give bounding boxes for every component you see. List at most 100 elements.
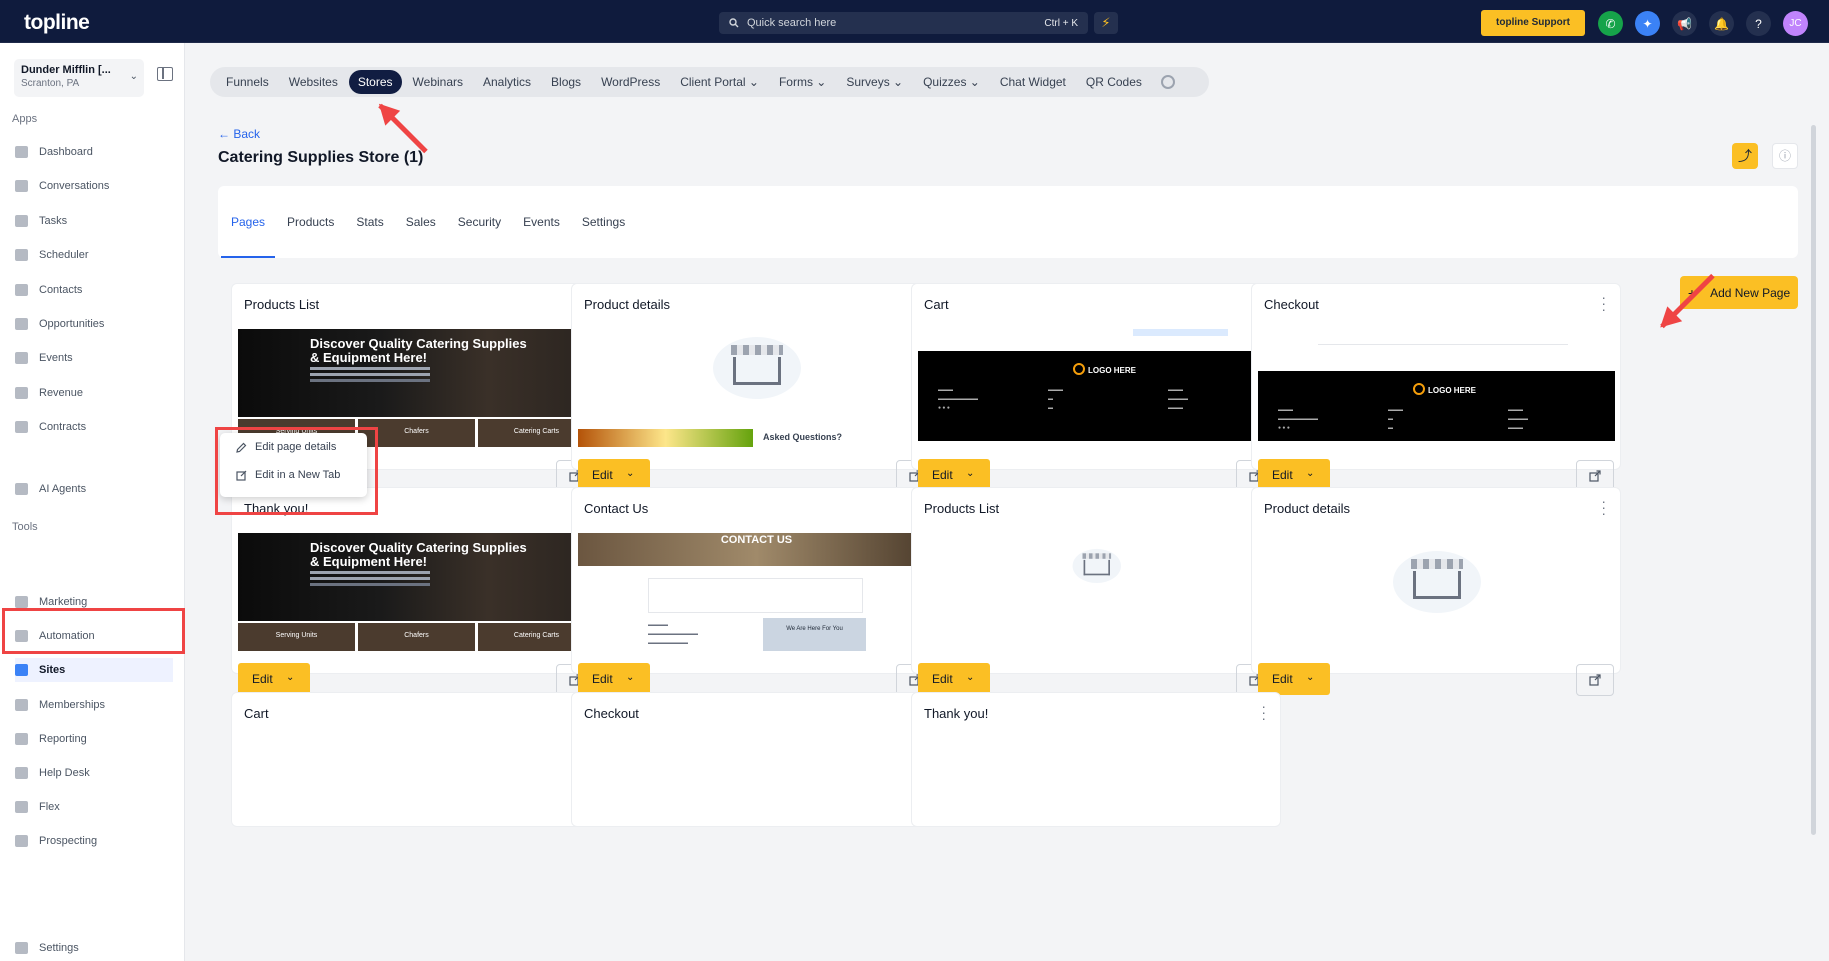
annotation-highlight-context-menu	[215, 427, 378, 515]
search-icon	[729, 18, 739, 28]
page-card[interactable]: Product details···Asked Questions?Edit⌄	[571, 283, 941, 492]
page-card[interactable]: Thank you!···Discover Quality Catering S…	[231, 487, 601, 696]
more-options-icon[interactable]: ···	[1261, 699, 1266, 725]
tab-chat-widget[interactable]: Chat Widget	[991, 70, 1075, 94]
page-card[interactable]: Checkout · · · LOGO HERE ▬▬▬ ▬▬▬▬▬▬▬▬ ● ● ● ▬▬▬ ▬…	[1251, 283, 1621, 492]
thumb-footer-col: ▬▬▬ ▬▬▬▬▬▬▬▬ ● ● ●	[938, 387, 978, 411]
tab-stores[interactable]: Stores	[348, 70, 402, 94]
sidebar-item-scheduler[interactable]: Scheduler	[15, 243, 173, 267]
tab-forms[interactable]: Forms ⌄	[770, 70, 835, 94]
subtab-settings[interactable]: Settings	[582, 186, 625, 258]
page-thumbnail[interactable]: LOGO HERE ▬▬▬ ▬▬▬▬▬▬▬▬ ● ● ● ▬▬▬ ▬ ▬ ▬▬▬ ▬▬▬▬ ▬▬▬	[1258, 329, 1615, 447]
sidebar-item-events[interactable]: Events	[15, 346, 173, 370]
account-switcher[interactable]: Dunder Mifflin [... Scranton, PA ⌄	[14, 59, 144, 97]
page-card[interactable]: Cart···	[231, 692, 601, 827]
sidebar-item-help-desk[interactable]: Help Desk	[15, 761, 173, 785]
sidebar-item-flex[interactable]: Flex	[15, 795, 173, 819]
edit-button[interactable]: Edit ⌄	[238, 663, 310, 695]
page-thumbnail[interactable]: Asked Questions?	[578, 329, 935, 447]
sidebar-collapse-icon[interactable]	[157, 67, 173, 81]
subtab-events[interactable]: Events	[523, 186, 560, 258]
thumb-logo: LOGO HERE	[1413, 383, 1476, 395]
page-card[interactable]: Checkout···	[571, 692, 941, 827]
page-thumbnail[interactable]	[1258, 533, 1615, 651]
reporting-icon	[15, 732, 28, 745]
phone-icon[interactable]: ✆	[1598, 11, 1623, 36]
sidebar-item-conversations[interactable]: Conversations	[15, 174, 173, 198]
announcement-icon[interactable]: 📢	[1672, 11, 1697, 36]
sidebar-item-opportunities[interactable]: Opportunities	[15, 312, 173, 336]
scrollbar[interactable]	[1811, 125, 1816, 835]
more-options-icon[interactable]: ···	[1601, 494, 1606, 520]
sidebar-item-sites[interactable]: Sites	[15, 658, 173, 683]
tab-funnels[interactable]: Funnels	[217, 70, 278, 94]
edit-button[interactable]: Edit ⌄	[1258, 663, 1330, 695]
sidebar-item-settings[interactable]: Settings	[15, 936, 173, 960]
gear-icon[interactable]	[1160, 75, 1175, 89]
sidebar-item-label: Tasks	[39, 214, 68, 227]
open-external-icon[interactable]	[1576, 664, 1614, 696]
lightning-icon[interactable]: ⚡	[1094, 12, 1118, 34]
page-card[interactable]: Products List···Edit⌄	[911, 487, 1281, 696]
sidebar-item-revenue[interactable]: Revenue	[15, 381, 173, 405]
sidebar-item-ai-agents[interactable]: AI Agents	[15, 477, 173, 501]
tab-quizzes[interactable]: Quizzes ⌄	[914, 70, 989, 94]
search-shortcut: Ctrl + K	[1044, 17, 1078, 29]
page-card-title: Checkout	[584, 706, 639, 721]
tab-websites[interactable]: Websites	[280, 70, 347, 94]
user-avatar[interactable]: JC	[1783, 11, 1808, 36]
sidebar-item-contacts[interactable]: Contacts	[15, 278, 173, 302]
edit-label: Edit	[932, 468, 953, 482]
more-options-icon[interactable]: ···	[1601, 290, 1606, 316]
page-card[interactable]: Thank you! · · ·	[911, 692, 1281, 827]
tab-blogs[interactable]: Blogs	[542, 70, 590, 94]
app-logo[interactable]: topline	[24, 11, 90, 35]
subtab-security[interactable]: Security	[458, 186, 501, 258]
edit-button[interactable]: Edit ⌄	[918, 663, 990, 695]
page-thumbnail[interactable]: LOGO HERE ▬▬▬ ▬▬▬▬▬▬▬▬ ● ● ● ▬▬▬ ▬ ▬ ▬▬▬ ▬▬▬▬ ▬▬▬	[918, 329, 1275, 447]
quick-search-input[interactable]: Quick search here Ctrl + K	[719, 12, 1088, 34]
tab-surveys[interactable]: Surveys ⌄	[837, 70, 912, 94]
subtab-pages[interactable]: Pages	[220, 186, 276, 258]
magic-icon[interactable]: ✦	[1635, 11, 1660, 36]
thumb-hero-title: Discover Quality Catering Supplies & Equi…	[310, 540, 527, 569]
subtab-sales[interactable]: Sales	[406, 186, 436, 258]
share-icon[interactable]: ⤴	[1732, 143, 1758, 169]
sidebar-item-contracts[interactable]: Contracts	[15, 415, 173, 439]
bell-icon[interactable]: 🔔	[1709, 11, 1734, 36]
tab-wordpress[interactable]: WordPress	[592, 70, 669, 94]
tasks-icon	[15, 214, 28, 227]
sidebar-item-memberships[interactable]: Memberships	[15, 693, 173, 717]
page-card[interactable]: Contact Us···CONTACT USWe Are Here For Y…	[571, 487, 941, 696]
prospecting-icon	[15, 835, 28, 848]
sidebar-item-prospecting[interactable]: Prospecting	[15, 829, 173, 853]
chevron-down-icon: ⌄	[626, 672, 635, 683]
page-thumbnail[interactable]: CONTACT US We Are Here For You ▬▬▬▬ ▬▬▬▬▬▬▬…	[578, 533, 935, 651]
page-card-title: Cart	[244, 706, 269, 721]
sidebar-item-reporting[interactable]: Reporting	[15, 727, 173, 751]
page-card[interactable]: Product details · · · Edit ⌄	[1251, 487, 1621, 696]
tab-analytics[interactable]: Analytics	[474, 70, 540, 94]
page-card-title: Product details	[1264, 501, 1350, 516]
sidebar-item-label: Reporting	[39, 732, 87, 745]
thumb-footer-col: ▬▬▬ ▬▬▬▬ ▬▬▬	[1508, 407, 1528, 431]
thumb-footer-col: ▬▬▬ ▬ ▬	[1388, 407, 1403, 431]
tab-webinars[interactable]: Webinars	[404, 70, 472, 94]
back-link[interactable]: ← Back	[218, 127, 260, 141]
sidebar-item-tasks[interactable]: Tasks	[15, 209, 173, 233]
help-icon[interactable]: ?	[1746, 11, 1771, 36]
settings-icon	[15, 942, 28, 954]
tab-qr-codes[interactable]: QR Codes	[1077, 70, 1151, 94]
edit-button[interactable]: Edit ⌄	[578, 663, 650, 695]
subtab-stats[interactable]: Stats	[356, 186, 383, 258]
tab-client-portal[interactable]: Client Portal ⌄	[671, 70, 768, 94]
support-button[interactable]: topline Support	[1481, 10, 1585, 36]
subtab-products[interactable]: Products	[287, 186, 334, 258]
page-thumbnail[interactable]: Discover Quality Catering Supplies & Equi…	[238, 533, 595, 651]
thumb-hero: Discover Quality Catering Supplies & Equi…	[238, 329, 595, 417]
page-thumbnail[interactable]	[918, 533, 1275, 651]
info-icon[interactable]: ⓘ	[1772, 143, 1798, 169]
sidebar-item-dashboard[interactable]: Dashboard	[15, 140, 173, 164]
page-card[interactable]: Cart···LOGO HERE▬▬▬▬▬▬▬▬▬▬▬● ● ●▬▬▬▬▬▬▬▬…	[911, 283, 1281, 492]
thumb-footer-col: ▬▬▬ ▬▬▬▬ ▬▬▬	[1168, 387, 1188, 411]
